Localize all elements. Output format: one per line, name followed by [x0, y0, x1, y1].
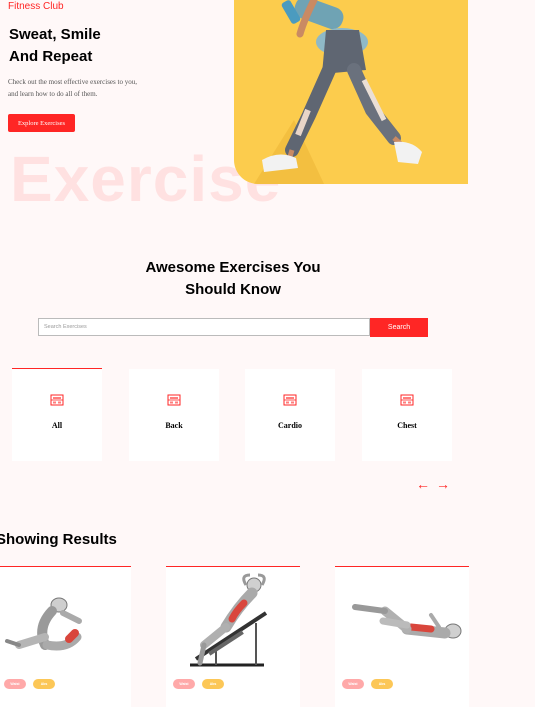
results-title: Showing Results: [0, 531, 117, 548]
category-card-chest[interactable]: Chest: [362, 369, 452, 461]
exercise-illustration: [352, 604, 462, 639]
body-part-badge[interactable]: Waist: [342, 679, 364, 689]
category-card-cardio[interactable]: Cardio: [245, 369, 335, 461]
exercise-illustration: [5, 597, 82, 651]
body-part-badge[interactable]: Waist: [4, 679, 26, 689]
exercise-illustration: [190, 573, 268, 667]
category-card-all[interactable]: All: [12, 368, 102, 461]
gym-icon: [50, 394, 64, 406]
search-input[interactable]: [38, 318, 370, 336]
category-label: Back: [165, 421, 183, 430]
category-label: Cardio: [278, 421, 302, 430]
section-title-line2: Should Know: [185, 281, 281, 298]
body-part-badge[interactable]: Waist: [173, 679, 195, 689]
hero-subtitle-line2: and learn how to do all of them.: [8, 90, 98, 98]
target-badge[interactable]: Abs: [202, 679, 224, 689]
brand-name: Fitness Club: [8, 1, 64, 12]
hero-title-line2: And Repeat: [9, 48, 93, 65]
gym-icon: [400, 394, 414, 406]
target-badge[interactable]: Abs: [371, 679, 393, 689]
section-title: Awesome Exercises You Should Know: [0, 257, 466, 301]
hero-subtitle-line1: Check out the most effective exercises t…: [8, 78, 137, 86]
hero-title-line1: Sweat, Smile: [9, 26, 101, 43]
search-button[interactable]: Search: [370, 318, 428, 337]
explore-exercises-button[interactable]: Explore Exercises: [8, 114, 75, 132]
hero-image: [234, 0, 468, 184]
next-arrow-icon[interactable]: →: [436, 476, 450, 492]
section-title-line1: Awesome Exercises You: [145, 259, 321, 276]
category-card-back[interactable]: Back: [129, 369, 219, 461]
prev-arrow-icon[interactable]: ←: [416, 476, 430, 492]
target-badge[interactable]: Abs: [33, 679, 55, 689]
gym-icon: [283, 394, 297, 406]
category-label: All: [51, 421, 63, 430]
gym-icon: [167, 394, 181, 406]
hero-subtitle: Check out the most effective exercises t…: [8, 76, 168, 100]
hero-title: Sweat, Smile And Repeat: [9, 24, 101, 68]
category-label: Chest: [397, 421, 417, 430]
